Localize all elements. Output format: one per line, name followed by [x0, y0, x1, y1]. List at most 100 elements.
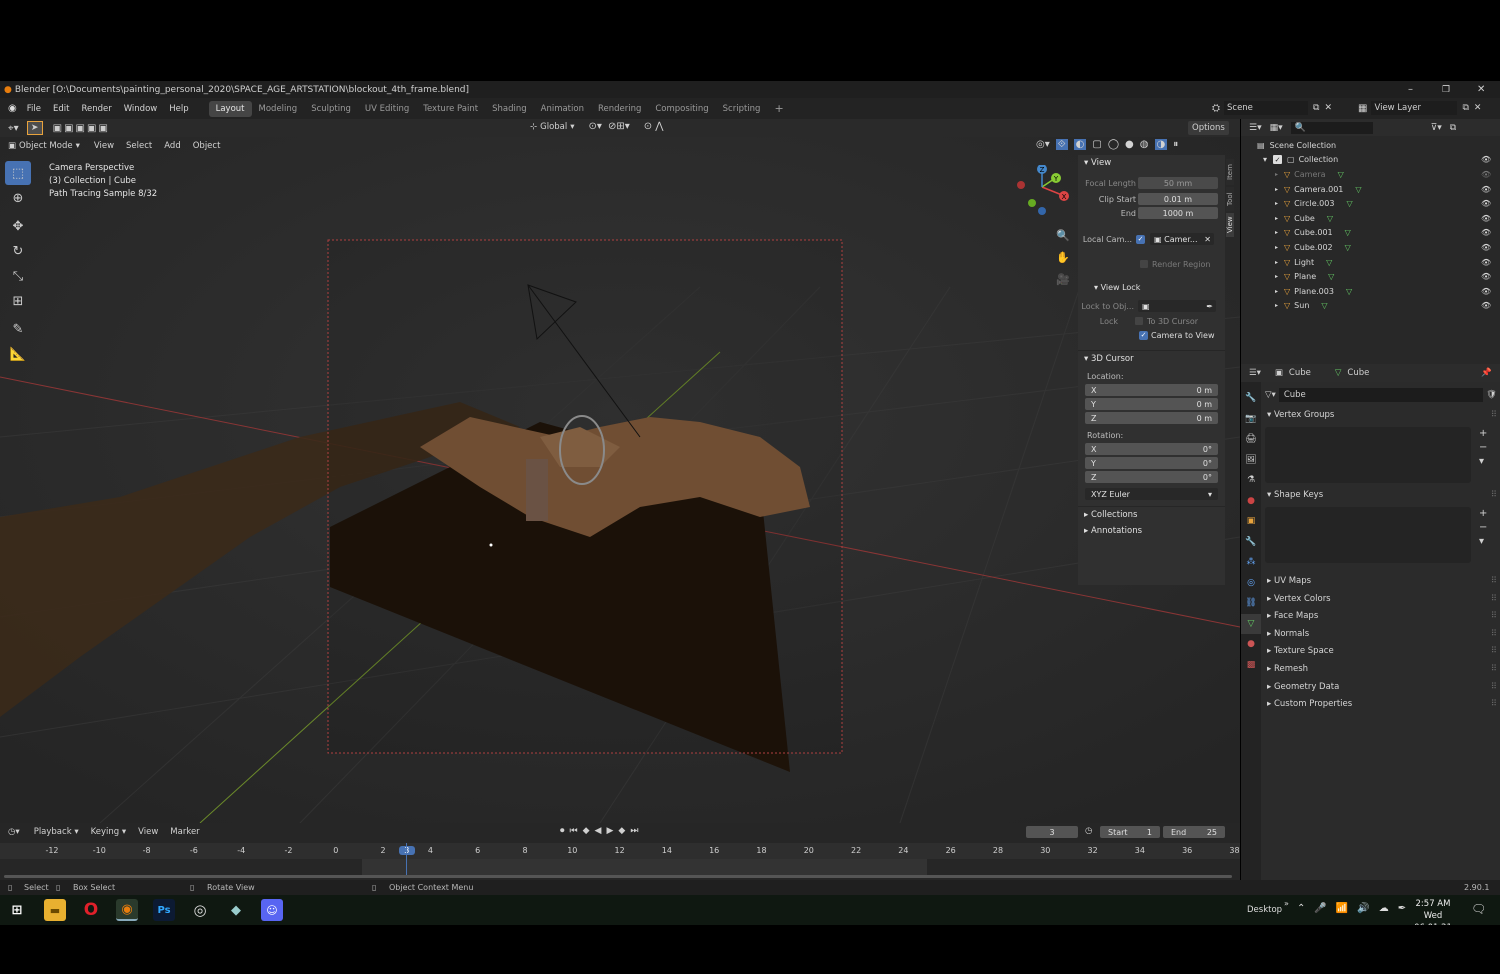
shape-keys-list[interactable]	[1265, 507, 1471, 564]
prev-keyframe-icon[interactable]: ◆	[583, 826, 590, 836]
add-workspace-button[interactable]: +	[767, 99, 790, 118]
proportional-edit-icon[interactable]: ⊙ ⋀	[644, 121, 664, 132]
expand-arrow-icon[interactable]: ▸	[1275, 244, 1278, 251]
outliner-item[interactable]: ▸ ▽ Light ▽ 👁	[1241, 255, 1500, 270]
tab-layout[interactable]: Layout	[208, 100, 252, 117]
outliner-item[interactable]: ▸ ▽ Plane ▽ 👁	[1241, 269, 1500, 284]
remove-vertex-group-icon[interactable]: −	[1479, 441, 1487, 455]
glass-app-icon[interactable]: ◆	[225, 899, 247, 921]
timeline-view-menu[interactable]: View	[132, 826, 164, 838]
cursor-tool-icon[interactable]: ⊕	[5, 186, 31, 210]
pan-hand-icon[interactable]: ✋	[1056, 247, 1070, 269]
lock-to-object-field[interactable]: ▣ ✒	[1138, 300, 1216, 312]
preview-range-icon[interactable]: ◷	[1085, 826, 1092, 836]
texture-tab-icon[interactable]: ▩	[1241, 655, 1261, 676]
shading-material-icon[interactable]: ◍	[1140, 139, 1149, 150]
scene-collection-row[interactable]: ▤ Scene Collection	[1241, 138, 1500, 153]
overlay-icon[interactable]: ◐	[1073, 139, 1087, 150]
tab-animation[interactable]: Animation	[534, 101, 591, 117]
outliner-item[interactable]: ▸ ▽ Plane.003 ▽ 👁	[1241, 284, 1500, 299]
fake-user-icon[interactable]: 🛡	[1486, 390, 1497, 400]
output-tab-icon[interactable]: 🖨	[1241, 429, 1261, 450]
clip-end-field[interactable]: 1000 m	[1138, 207, 1218, 219]
pivot-icon[interactable]: ⊙▾	[589, 121, 602, 132]
properties-section-header[interactable]: ▸ Vertex Colors ⠿	[1265, 590, 1497, 608]
focal-length-field[interactable]: 50 mm	[1138, 177, 1218, 189]
camera-to-view-checkbox[interactable]: ✓	[1139, 330, 1148, 340]
editor-type-icon[interactable]: ⌖▾	[0, 123, 27, 134]
outliner-item[interactable]: ▸ ▽ Cube ▽ 👁	[1241, 211, 1500, 226]
expand-arrow-icon[interactable]: ▸	[1275, 229, 1278, 236]
marker-menu[interactable]: Marker	[164, 826, 205, 838]
mode-dropdown[interactable]: ▣ Object Mode ▾	[0, 141, 88, 151]
scale-tool-icon[interactable]: ⤡	[5, 264, 31, 288]
outliner-item[interactable]: ▸ ▽ Camera.001 ▽ 👁	[1241, 182, 1500, 197]
object-data-icon[interactable]: ▽	[1346, 199, 1352, 208]
playhead[interactable]	[406, 843, 407, 877]
blender-menu-icon[interactable]: ◉	[0, 103, 21, 114]
expand-arrow-icon[interactable]: ▸	[1275, 171, 1278, 178]
visibility-eye-icon[interactable]: 👁	[1481, 272, 1491, 281]
menu-view[interactable]: View	[88, 140, 120, 152]
annotations-header[interactable]: ▸ Annotations	[1078, 523, 1225, 539]
expand-arrow-icon[interactable]: ▸	[1275, 273, 1278, 280]
expand-arrow-icon[interactable]: ▸	[1275, 215, 1278, 222]
object-data-icon[interactable]: ▽	[1321, 301, 1327, 310]
world-tab-icon[interactable]: ●	[1241, 491, 1261, 512]
scene-selector[interactable]: ⛭ Scene ⧉ ✕	[1212, 101, 1332, 115]
collection-row[interactable]: ▾ ✓ ▢ Collection 👁	[1241, 153, 1500, 168]
outliner-item[interactable]: ▸ ▽ Cube.001 ▽ 👁	[1241, 226, 1500, 241]
jump-start-icon[interactable]: ⏮	[570, 826, 578, 836]
eyedropper-icon[interactable]: ✒	[1206, 302, 1216, 311]
expand-arrow-icon[interactable]: ▸	[1275, 288, 1278, 295]
add-vertex-group-icon[interactable]: +	[1479, 427, 1487, 441]
frame-ruler[interactable]: -12 -10 -8 -6 -4 -2 0 2 34 6 8 10 12 14 16 18 20 22 24 26 28…	[0, 843, 1240, 859]
menu-window[interactable]: Window	[118, 104, 164, 114]
object-data-icon[interactable]: ▽	[1345, 243, 1351, 252]
start-frame-field[interactable]: Start 1	[1100, 826, 1160, 838]
expand-arrow-icon[interactable]: ▸	[1275, 186, 1278, 193]
local-camera-checkbox[interactable]: ✓	[1136, 234, 1145, 244]
select-box-tool-icon[interactable]: ⬚	[5, 161, 31, 185]
render-region-checkbox[interactable]	[1140, 260, 1148, 268]
object-data-icon[interactable]: ▽	[1328, 272, 1334, 281]
tab-texture-paint[interactable]: Texture Paint	[416, 101, 485, 117]
visibility-eye-icon[interactable]: 👁	[1481, 258, 1491, 267]
object-data-icon[interactable]: ▽	[1346, 287, 1352, 296]
visibility-eye-icon[interactable]: 👁	[1481, 214, 1491, 223]
xray-icon[interactable]: ▢	[1092, 139, 1101, 150]
tray-expand-icon[interactable]: ⌃	[1297, 903, 1305, 914]
visibility-eye-icon[interactable]: 👁	[1481, 301, 1491, 310]
properties-section-header[interactable]: ▸ Custom Properties ⠿	[1265, 695, 1497, 713]
orientation-dropdown[interactable]: ⊹ Global ▾	[530, 122, 575, 132]
object-tab-icon[interactable]: ▣	[1241, 511, 1261, 532]
viewport-scene[interactable]	[0, 137, 1240, 823]
rotate-tool-icon[interactable]: ↻	[5, 239, 31, 263]
photoshop-icon[interactable]: Ps	[153, 899, 175, 921]
visibility-eye-icon[interactable]: 👁	[1481, 170, 1491, 179]
tab-tool[interactable]: Tool	[1226, 187, 1234, 211]
navigation-gizmo[interactable]: X Y Z	[1012, 165, 1076, 219]
artstation-icon[interactable]: ◎	[189, 899, 211, 921]
close-button[interactable]: ✕	[1477, 84, 1485, 95]
outliner-item[interactable]: ▸ ▽ Camera ▽ 👁	[1241, 167, 1500, 182]
cloud-icon[interactable]: ☁	[1379, 903, 1389, 914]
vertex-groups-list[interactable]	[1265, 426, 1471, 483]
menu-help[interactable]: Help	[163, 104, 194, 114]
visibility-eye-icon[interactable]: 👁	[1481, 243, 1491, 252]
current-frame-field[interactable]: 3	[1026, 826, 1078, 838]
expand-arrow-icon[interactable]: ▸	[1275, 259, 1278, 266]
visibility-eye-icon[interactable]: 👁	[1481, 287, 1491, 296]
cursor-rotation-x[interactable]: X 0°	[1085, 443, 1218, 455]
properties-section-header[interactable]: ▸ Face Maps ⠿	[1265, 607, 1497, 625]
mesh-name-field[interactable]: Cube	[1278, 388, 1484, 402]
tab-scripting[interactable]: Scripting	[716, 101, 768, 117]
remove-shape-key-icon[interactable]: −	[1479, 521, 1487, 535]
playback-menu[interactable]: Playback ▾	[28, 826, 85, 838]
3d-viewport[interactable]: ▣ Object Mode ▾ View Select Add Object ◎▾…	[0, 137, 1240, 823]
zoom-icon[interactable]: 🔍	[1056, 225, 1070, 247]
collections-header[interactable]: ▸ Collections	[1078, 507, 1225, 523]
cursor-location-y[interactable]: Y 0 m	[1085, 398, 1218, 410]
outliner-item[interactable]: ▸ ▽ Circle.003 ▽ 👁	[1241, 196, 1500, 211]
measure-tool-icon[interactable]: 📐	[5, 342, 31, 366]
